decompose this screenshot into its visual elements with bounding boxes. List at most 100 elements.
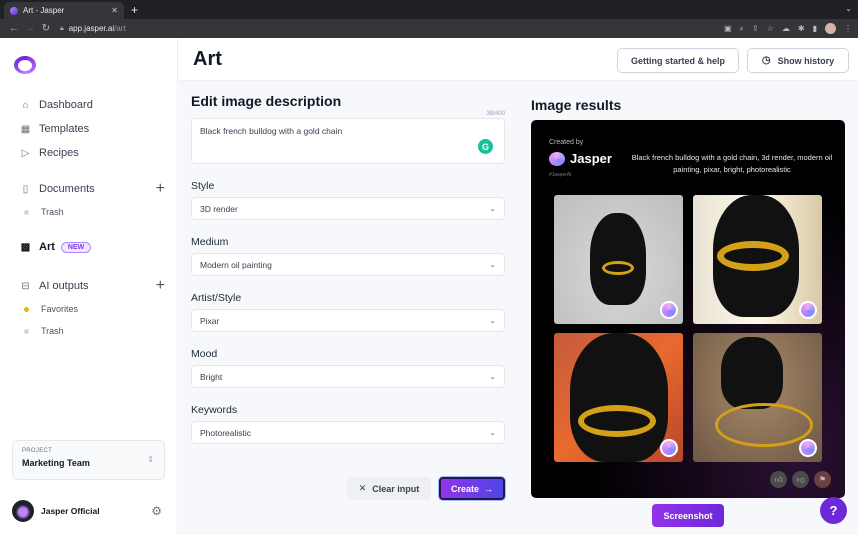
- grammarly-icon[interactable]: G: [478, 139, 493, 154]
- extensions-puzzle-icon[interactable]: ✱: [798, 24, 805, 33]
- zoom-icon[interactable]: ⌕: [740, 24, 744, 34]
- main-content: Art Getting started & help ◷ Show histor…: [179, 38, 858, 535]
- chevron-down-icon: ⌄: [489, 204, 496, 213]
- style-select[interactable]: 3D render ⌄: [191, 197, 505, 220]
- chevron-down-icon: ⌄: [489, 372, 496, 381]
- close-icon: ✕: [358, 483, 367, 493]
- show-history-label: Show history: [777, 55, 835, 66]
- description-input[interactable]: Black french bulldog with a gold chain G: [191, 118, 505, 164]
- arrow-right-icon: →: [484, 483, 493, 494]
- extension-cloud-icon[interactable]: ☁: [782, 24, 790, 33]
- page-title: Art: [193, 48, 222, 70]
- close-tab-icon[interactable]: ✕: [111, 6, 118, 15]
- sidebar: ⌂ Dashboard ▦ Templates ▷ Recipes ▯ Docu…: [0, 38, 178, 535]
- artist-style-field: Artist/Style Pixar ⌄: [191, 292, 505, 332]
- tab-title: Art - Jasper: [23, 6, 65, 15]
- result-image-4[interactable]: [693, 333, 822, 462]
- chevron-down-icon: ⌄: [489, 260, 496, 269]
- sidebar-item-documents[interactable]: ▯ Documents +: [20, 177, 165, 201]
- tab-search-chevron-icon[interactable]: ⌄: [845, 4, 852, 13]
- help-button[interactable]: ?: [820, 497, 847, 524]
- sidebar-item-label: Trash: [41, 207, 64, 217]
- clear-input-button[interactable]: ✕ Clear input: [347, 477, 431, 500]
- screen-cast-icon[interactable]: ▣: [724, 24, 732, 33]
- mood-field: Mood Bright ⌄: [191, 348, 505, 388]
- field-label: Style: [191, 180, 215, 192]
- sidebar-item-label: Recipes: [39, 147, 79, 159]
- avatar: [12, 500, 34, 522]
- select-value: Bright: [200, 371, 223, 382]
- side-panel-icon[interactable]: ▮: [813, 24, 817, 33]
- sidebar-item-label: Art: [39, 241, 55, 253]
- jasper-watermark-icon: [799, 439, 817, 457]
- sidebar-item-ai-outputs[interactable]: ⊟ AI outputs +: [20, 274, 165, 298]
- back-icon[interactable]: ←: [6, 23, 22, 34]
- jasper-watermark-icon: [660, 301, 678, 319]
- description-text: Black french bulldog with a gold chain: [200, 126, 343, 136]
- medium-select[interactable]: Modern oil painting ⌄: [191, 253, 505, 276]
- style-field: Style 3D render ⌄: [191, 180, 505, 220]
- getting-started-button[interactable]: Getting started & help: [617, 48, 739, 73]
- flag-icon[interactable]: ⚑: [814, 471, 831, 488]
- artist-style-select[interactable]: Pixar ⌄: [191, 309, 505, 332]
- form-title: Edit image description: [191, 93, 342, 109]
- result-image-3[interactable]: [554, 333, 683, 462]
- address-bar[interactable]: 🔒︎ app.jasper.ai/art: [60, 24, 126, 33]
- screenshot-button[interactable]: Screenshot: [652, 504, 724, 527]
- jasper-logo-icon: [549, 151, 565, 166]
- lock-icon: 🔒︎: [60, 24, 64, 32]
- brand-name: Jasper: [570, 151, 612, 166]
- jasper-watermark-icon: [660, 439, 678, 457]
- sidebar-item-label: Dashboard: [39, 99, 93, 111]
- forward-icon[interactable]: →: [22, 23, 38, 34]
- add-document-icon[interactable]: +: [156, 180, 165, 198]
- thumbs-down-icon[interactable]: 👎︎: [792, 471, 809, 488]
- result-image-2[interactable]: [693, 195, 822, 324]
- browser-chrome: Art - Jasper ✕ + ⌄ ← → ↻ 🔒︎ app.jasper.a…: [0, 0, 858, 38]
- jasper-brand: Jasper: [549, 151, 612, 166]
- browser-tab[interactable]: Art - Jasper ✕: [4, 2, 124, 19]
- sidebar-item-outputs-trash[interactable]: Trash: [20, 320, 165, 342]
- image-icon: ▩: [20, 241, 31, 253]
- sidebar-item-label: AI outputs: [39, 280, 89, 292]
- created-by-label: Created by: [549, 139, 584, 146]
- gear-icon[interactable]: ⚙: [151, 504, 162, 518]
- trash-dot-icon: [24, 209, 29, 215]
- sidebar-item-dashboard[interactable]: ⌂ Dashboard: [20, 93, 165, 117]
- field-label: Medium: [191, 236, 229, 248]
- create-button[interactable]: Create →: [439, 477, 505, 500]
- sidebar-item-favorites[interactable]: Favorites: [20, 298, 165, 320]
- edit-form: Edit image description 38/400 Black fren…: [191, 93, 505, 444]
- image-grid: [554, 195, 822, 462]
- new-badge: NEW: [60, 241, 92, 253]
- sidebar-item-art[interactable]: ▩ Art NEW: [20, 235, 165, 259]
- sidebar-item-documents-trash[interactable]: Trash: [20, 201, 165, 223]
- reload-icon[interactable]: ↻: [38, 23, 54, 34]
- result-image-1[interactable]: [554, 195, 683, 324]
- jasper-logo-icon[interactable]: [14, 56, 36, 74]
- thumbs-up-icon[interactable]: 👍︎: [770, 471, 787, 488]
- share-icon[interactable]: ⇪: [752, 24, 759, 33]
- profile-avatar[interactable]: [825, 23, 836, 34]
- sidebar-item-recipes[interactable]: ▷ Recipes: [20, 141, 165, 165]
- home-icon: ⌂: [22, 99, 29, 111]
- hashtag: #JasperAI: [549, 172, 572, 178]
- show-history-button[interactable]: ◷ Show history: [747, 48, 849, 73]
- keywords-field: Keywords Photorealistic ⌄: [191, 404, 505, 444]
- project-name: Marketing Team: [22, 458, 90, 468]
- project-selector[interactable]: PROJECT Marketing Team ⇕: [12, 440, 165, 480]
- sidebar-item-templates[interactable]: ▦ Templates: [20, 117, 165, 141]
- new-tab-icon[interactable]: +: [131, 3, 138, 17]
- page-header: Art Getting started & help ◷ Show histor…: [179, 38, 858, 81]
- char-counter: 38/400: [486, 111, 505, 117]
- mood-select[interactable]: Bright ⌄: [191, 365, 505, 388]
- user-profile[interactable]: Jasper Official ⚙: [12, 500, 162, 522]
- bookmark-star-icon[interactable]: ☆: [767, 24, 774, 33]
- clear-input-label: Clear input: [372, 483, 420, 494]
- user-name: Jasper Official: [41, 506, 100, 516]
- form-actions: ✕ Clear input Create →: [347, 477, 505, 500]
- browser-menu-icon[interactable]: ⋮: [844, 24, 852, 33]
- keywords-select[interactable]: Photorealistic ⌄: [191, 421, 505, 444]
- add-output-icon[interactable]: +: [156, 277, 165, 295]
- results-title: Image results: [531, 97, 622, 113]
